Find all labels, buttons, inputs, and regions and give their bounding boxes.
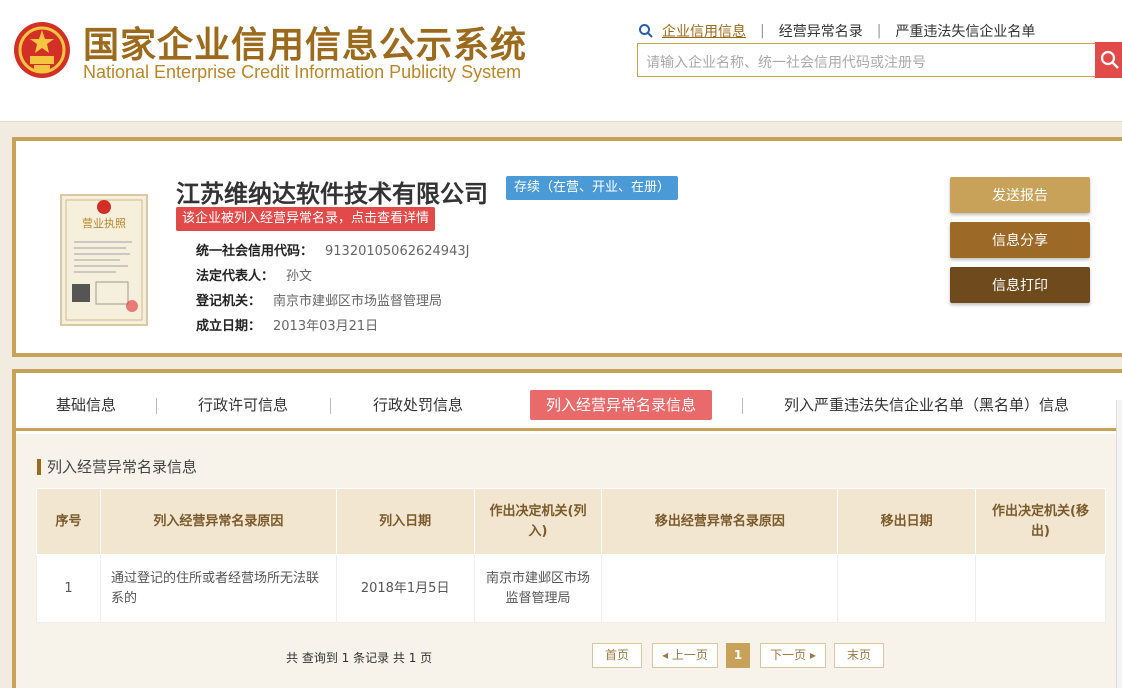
authority-value: 南京市建邺区市场监督管理局 (273, 294, 443, 309)
current-page-button[interactable]: 1 (726, 643, 750, 668)
established-value: 2013年03月21日 (273, 319, 379, 334)
column-header: 作出决定机关(列入) (473, 488, 603, 555)
tab-separator (742, 398, 743, 414)
table-cell: 通过登记的住所或者经营场所无法联系的 (99, 554, 337, 623)
established-label: 成立日期： (196, 319, 262, 334)
first-page-button[interactable]: 首页 (592, 643, 642, 668)
site-title-en: National Enterprise Credit Information P… (83, 62, 522, 82)
tab-separator (330, 398, 331, 414)
section-title: 列入经营异常名录信息 (37, 459, 197, 475)
top-nav: 企业信用信息 | 经营异常名录 | 严重违法失信企业名单 (638, 21, 1035, 41)
company-summary-panel: 营业执照 江苏维纳达软件技术有限公司 存续（在营、开业、在册） 该企业被列入经营… (12, 137, 1122, 357)
send-report-button[interactable]: 发送报告 (950, 177, 1090, 213)
tab-blacklist[interactable]: 列入严重违法失信企业名单（黑名单）信息 (784, 390, 1069, 420)
chevron-right-icon: ▸ (806, 648, 816, 662)
tab-separator (156, 398, 157, 414)
next-page-label: 下一页 (770, 648, 807, 662)
chevron-left-icon: ◂ (662, 648, 672, 662)
company-name: 江苏维纳达软件技术有限公司 (176, 180, 488, 208)
abnormal-notice-link[interactable]: 该企业被列入经营异常名录，点击查看详情 (176, 207, 436, 231)
nav-enterprise-credit[interactable]: 企业信用信息 (662, 21, 746, 41)
credit-code-row: 统一社会信用代码： 91320105062624943J (196, 240, 469, 259)
column-header: 作出决定机关(移出) (975, 488, 1106, 555)
legal-rep-row: 法定代表人： 孙文 (196, 265, 312, 284)
business-license-icon: 营业执照 (60, 194, 148, 326)
table-cell: 南京市建邺区市场监督管理局 (473, 554, 603, 623)
nav-blacklist[interactable]: 严重违法失信企业名单 (895, 21, 1035, 41)
table-cell (837, 554, 977, 623)
tab-abnormal-list[interactable]: 列入经营异常名录信息 (530, 390, 713, 420)
credit-code-value: 91320105062624943J (325, 244, 470, 259)
table-cell: 2018年1月5日 (335, 554, 475, 623)
prev-page-button[interactable]: ◂ 上一页 (652, 643, 718, 668)
tab-bar: 基础信息 行政许可信息 行政处罚信息 列入经营异常名录信息 列入严重违法失信企业… (16, 373, 1122, 431)
status-badge: 存续（在营、开业、在册） (506, 176, 679, 200)
abnormal-list-section: 列入经营异常名录信息 序号 列入经营异常名录原因 列入日期 作出决定机关(列入)… (16, 434, 1122, 688)
legal-rep-value: 孙文 (286, 269, 313, 284)
nav-abnormal-list[interactable]: 经营异常名录 (779, 21, 863, 41)
table-header-row: 序号 列入经营异常名录原因 列入日期 作出决定机关(列入) 移出经营异常名录原因… (36, 488, 1106, 555)
tab-admin-penalty[interactable]: 行政处罚信息 (373, 390, 463, 420)
legal-rep-label: 法定代表人： (196, 269, 275, 284)
nav-separator: | (760, 23, 765, 39)
column-header: 列入经营异常名录原因 (99, 488, 337, 555)
site-header: 国家企业信用信息公示系统 National Enterprise Credit … (0, 0, 1122, 122)
license-label: 营业执照 (82, 216, 126, 230)
table-cell (975, 554, 1106, 623)
share-info-button[interactable]: 信息分享 (950, 222, 1090, 258)
search-icon (1100, 50, 1119, 69)
authority-row: 登记机关： 南京市建邺区市场监督管理局 (196, 290, 442, 309)
prev-page-label: 上一页 (671, 648, 708, 662)
table-cell (601, 554, 839, 623)
table-cell: 1 (36, 554, 101, 623)
nav-separator: | (876, 23, 882, 39)
authority-label: 登记机关： (196, 294, 262, 309)
search-icon (639, 24, 653, 38)
scrollbar[interactable] (1116, 400, 1122, 688)
column-header: 移出经营异常名录原因 (601, 488, 839, 555)
detail-tabs-panel: 基础信息 行政许可信息 行政处罚信息 列入经营异常名录信息 列入严重违法失信企业… (12, 369, 1122, 688)
pagination-summary: 共 查询到 1 条记录 共 1 页 (286, 651, 433, 665)
search-button[interactable] (1095, 42, 1122, 78)
table-row: 1 通过登记的住所或者经营场所无法联系的 2018年1月5日 南京市建邺区市场监… (36, 554, 1106, 623)
tab-basic-info[interactable]: 基础信息 (56, 390, 116, 420)
last-page-button[interactable]: 末页 (834, 643, 884, 668)
national-emblem-icon (14, 22, 70, 78)
tab-admin-license[interactable]: 行政许可信息 (198, 390, 288, 420)
credit-code-label: 统一社会信用代码： (196, 244, 314, 259)
column-header: 列入日期 (335, 488, 475, 555)
site-title-cn: 国家企业信用信息公示系统 (83, 25, 528, 66)
column-header: 移出日期 (837, 488, 977, 555)
established-row: 成立日期： 2013年03月21日 (196, 315, 378, 334)
next-page-button[interactable]: 下一页 ▸ (760, 643, 826, 668)
search-input[interactable]: 请输入企业名称、统一社会信用代码或注册号 (637, 43, 1097, 77)
abnormal-list-table: 序号 列入经营异常名录原因 列入日期 作出决定机关(列入) 移出经营异常名录原因… (36, 488, 1106, 623)
print-info-button[interactable]: 信息打印 (950, 267, 1090, 303)
column-header: 序号 (36, 488, 101, 555)
